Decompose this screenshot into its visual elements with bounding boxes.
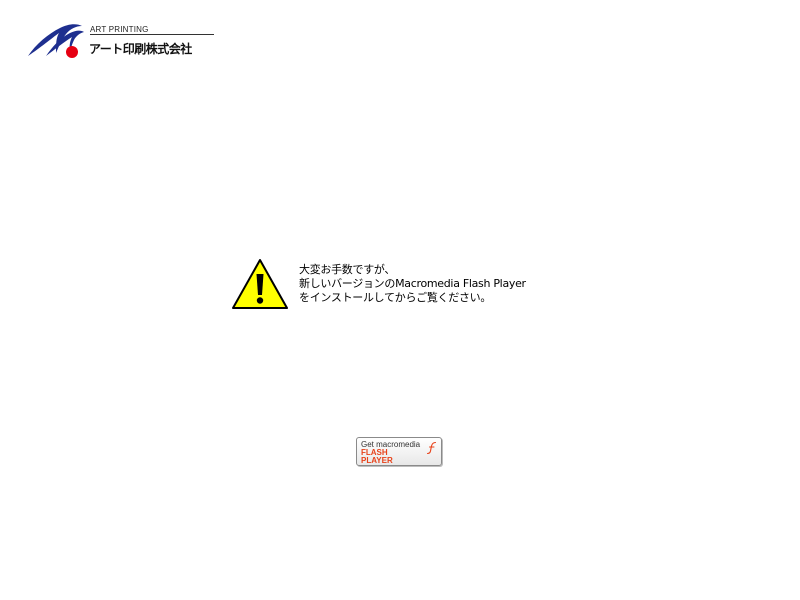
company-logo: ART PRINTING アート印刷株式会社 (26, 20, 216, 62)
company-logo-mark (28, 24, 84, 58)
flash-badge-product-line-2: PLAYER (361, 456, 393, 465)
warning-icon (232, 259, 288, 309)
warning-line-1: 大変お手数ですが、 (299, 263, 396, 276)
company-name-japanese: アート印刷株式会社 (89, 42, 192, 56)
flash-badge-product: FLASH PLAYER (361, 449, 393, 465)
get-flash-player-button[interactable]: Get macromedia FLASH PLAYER (356, 437, 442, 466)
logo-divider (90, 34, 214, 35)
warning-line-2: 新しいバージョンのMacromedia Flash Player (299, 277, 526, 290)
flash-f-icon (426, 441, 437, 455)
warning-message: 大変お手数ですが、 新しいバージョンのMacromedia Flash Play… (299, 263, 589, 305)
flash-warning: 大変お手数ですが、 新しいバージョンのMacromedia Flash Play… (231, 258, 591, 312)
company-name-english: ART PRINTING (90, 25, 149, 34)
page: ART PRINTING アート印刷株式会社 大変お手数ですが、 新しいバージョ… (0, 0, 800, 600)
warning-line-3: をインストールしてからご覧ください。 (299, 291, 492, 304)
